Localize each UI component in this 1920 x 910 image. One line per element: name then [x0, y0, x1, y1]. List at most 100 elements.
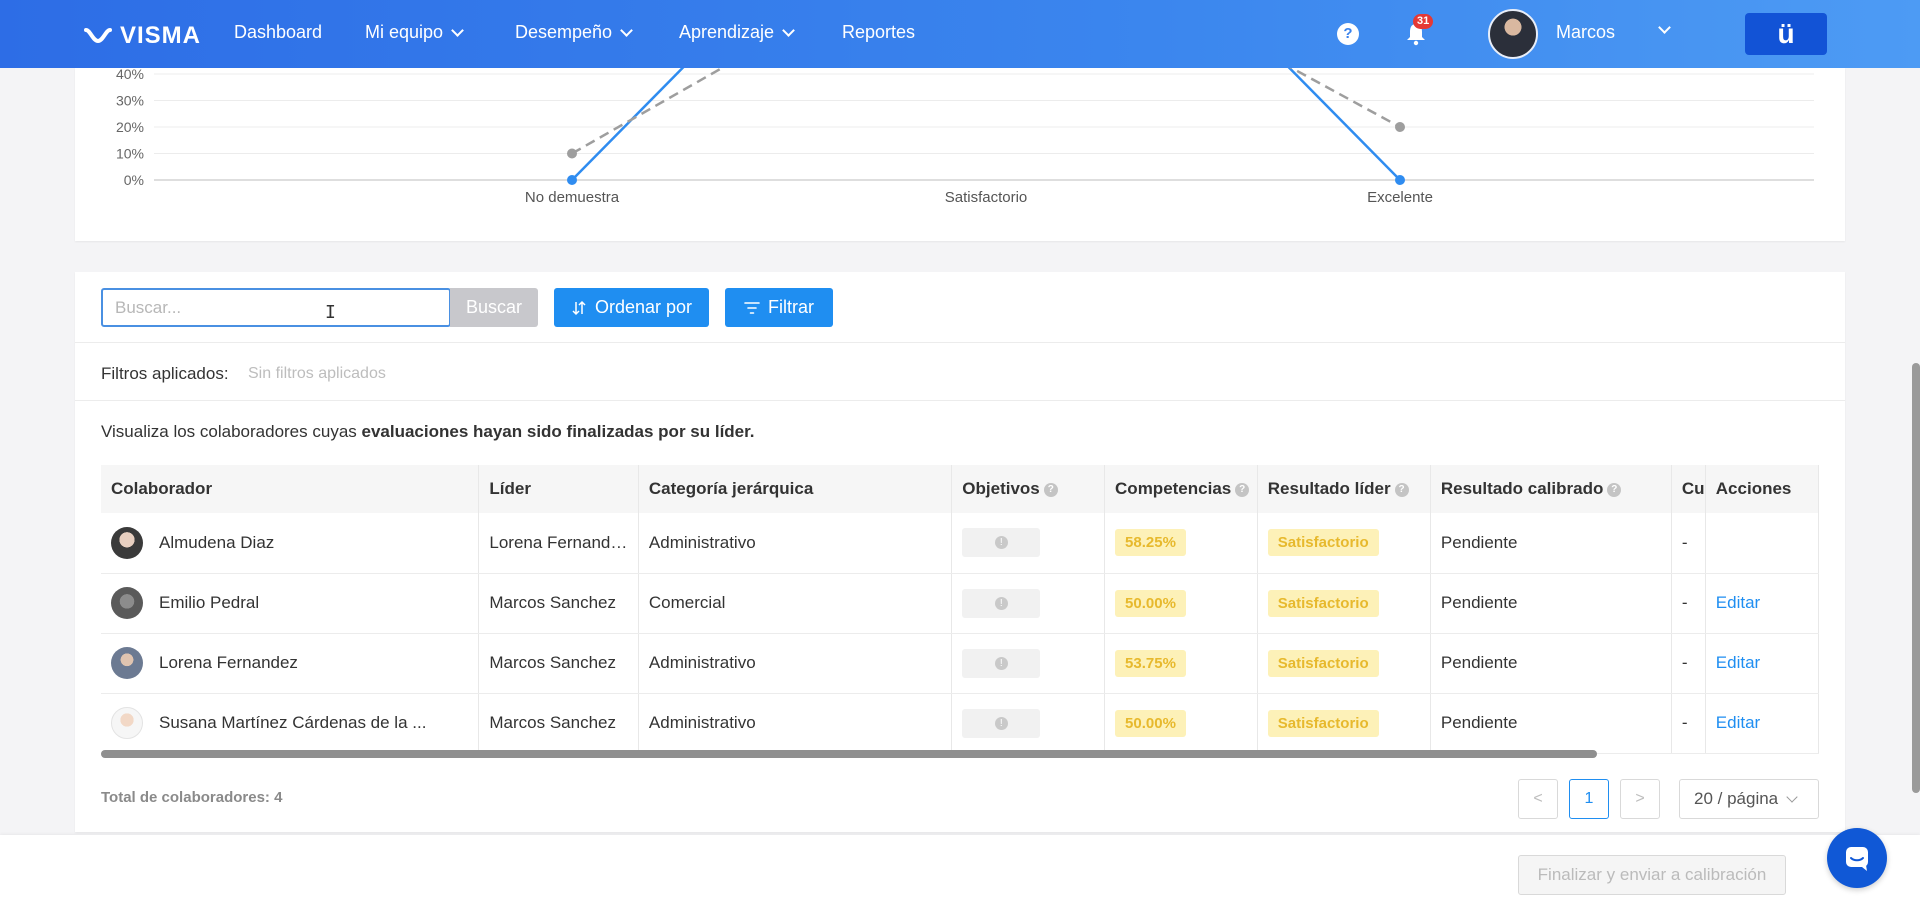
col-header-resultado-lider[interactable]: Resultado líder? — [1257, 465, 1431, 513]
page-vertical-scrollbar[interactable] — [1912, 363, 1920, 793]
colaborador-name[interactable]: Emilio Pedral — [159, 593, 259, 613]
sort-button[interactable]: Ordenar por — [554, 288, 709, 327]
nav-aprendizaje[interactable]: Aprendizaje — [679, 22, 795, 43]
col-header-competencias[interactable]: Competencias? — [1104, 465, 1258, 513]
info-icon: ! — [994, 596, 1008, 610]
nav-reportes-label: Reportes — [842, 22, 916, 42]
collaborators-table: Colaborador Líder Categoría jerárquica O… — [101, 465, 1820, 754]
resultado-lider-badge: Satisfactorio — [1267, 709, 1379, 737]
col-header-label: Acciones — [1715, 479, 1792, 498]
edit-link[interactable]: Editar — [1716, 593, 1760, 612]
objetivos-cell: ! — [951, 633, 1106, 694]
col-header-lider[interactable]: Líder — [478, 465, 639, 513]
nav-mi-equipo[interactable]: Mi equipo — [365, 22, 464, 43]
y-tick-label: 20% — [116, 119, 144, 135]
nav-mi-equipo-label: Mi equipo — [365, 22, 444, 42]
avatar — [111, 707, 143, 739]
colaborador-name[interactable]: Susana Martínez Cárdenas de la ... — [159, 713, 426, 733]
avatar — [111, 526, 143, 559]
info-icon[interactable]: ? — [1607, 482, 1622, 497]
logo-text: VISMA — [120, 22, 202, 49]
page-size-select[interactable]: 20 / página — [1679, 779, 1819, 819]
resultado-calibrado-cell: Pendiente — [1430, 693, 1672, 754]
resultado-lider-cell: Satisfactorio — [1257, 573, 1431, 634]
pagination-prev-button[interactable]: < — [1518, 779, 1558, 819]
visma-logo[interactable]: VISMA — [84, 22, 201, 50]
pagination-page-1[interactable]: 1 — [1569, 779, 1609, 819]
edit-link[interactable]: Editar — [1716, 713, 1760, 732]
col-header-objetivos[interactable]: Objetivos? — [951, 465, 1106, 513]
brand-app-button[interactable]: ü — [1745, 13, 1827, 55]
table-description-bold: evaluaciones hayan sido finalizadas por … — [361, 422, 755, 441]
competencias-cell: 50.00% — [1104, 693, 1258, 754]
user-avatar[interactable] — [1488, 9, 1538, 59]
info-icon[interactable]: ? — [1043, 482, 1058, 497]
info-icon: ! — [994, 656, 1008, 670]
y-tick-label: 0% — [124, 172, 144, 188]
chat-icon[interactable] — [1827, 828, 1887, 888]
col-header-colaborador[interactable]: Colaborador — [101, 465, 480, 513]
categoria-cell: Administrativo — [638, 633, 953, 694]
filter-icon — [744, 301, 760, 314]
table-row[interactable]: Susana Martínez Cárdenas de la ... Marco… — [101, 693, 1820, 754]
nav-dashboard[interactable]: Dashboard — [234, 22, 322, 43]
y-tick-label: 10% — [116, 146, 144, 162]
col-header-label: Líder — [489, 479, 531, 498]
competencias-badge: 53.75% — [1115, 649, 1186, 677]
finalize-button-label: Finalizar y enviar a calibración — [1537, 865, 1767, 884]
finalize-send-calibration-button[interactable]: Finalizar y enviar a calibración — [1518, 855, 1786, 895]
series-line-dashed — [571, 68, 725, 155]
resultado-lider-badge: Satisfactorio — [1267, 529, 1379, 557]
cu-cell: - — [1671, 513, 1706, 574]
x-tick-label: Satisfactorio — [945, 189, 1028, 206]
colaborador-name[interactable]: Lorena Fernandez — [159, 653, 298, 673]
sort-button-label: Ordenar por — [594, 297, 693, 317]
table-row[interactable]: Almudena Diaz Lorena Fernande... Adminis… — [101, 513, 1820, 574]
resultado-lider-cell: Satisfactorio — [1257, 633, 1431, 694]
competencias-badge: 58.25% — [1115, 529, 1186, 557]
edit-link[interactable]: Editar — [1716, 653, 1760, 672]
y-tick-label: 30% — [116, 93, 144, 109]
col-header-label: Colaborador — [111, 479, 213, 498]
competencias-cell: 53.75% — [1104, 633, 1258, 694]
y-tick-label: 40% — [116, 68, 144, 82]
col-header-cu[interactable]: Cu — [1671, 465, 1706, 513]
pagination-next-button[interactable]: > — [1620, 779, 1660, 819]
cu-cell: - — [1671, 633, 1706, 694]
search-button[interactable]: Buscar — [450, 288, 538, 327]
x-tick-label: No demuestra — [525, 189, 620, 206]
col-header-categoria[interactable]: Categoría jerárquica — [638, 465, 953, 513]
info-icon[interactable]: ? — [1394, 482, 1409, 497]
filter-button[interactable]: Filtrar — [725, 288, 833, 327]
objetivos-placeholder: ! — [962, 708, 1041, 738]
table-horizontal-scrollbar[interactable] — [101, 750, 1597, 758]
search-input[interactable] — [101, 288, 451, 327]
series-line-dashed — [1289, 68, 1401, 129]
nav-desempeno-label: Desempeño — [515, 22, 613, 42]
table-row[interactable]: Lorena Fernandez Marcos Sanchez Administ… — [101, 633, 1820, 694]
acciones-cell: Editar — [1705, 633, 1820, 694]
resultado-calibrado-cell: Pendiente — [1430, 633, 1672, 694]
col-header-resultado-calibrado[interactable]: Resultado calibrado? — [1430, 465, 1672, 513]
user-name[interactable]: Marcos — [1556, 22, 1615, 43]
user-menu-chevron-icon[interactable] — [1658, 21, 1671, 34]
series-line-solid — [1287, 68, 1401, 181]
nav-desempeno[interactable]: Desempeño — [515, 22, 633, 43]
col-header-label: Resultado líder — [1267, 479, 1391, 498]
nav-reportes[interactable]: Reportes — [842, 22, 915, 43]
categoria-cell: Administrativo — [638, 513, 953, 574]
colaborador-name[interactable]: Almudena Diaz — [159, 533, 274, 553]
footer-bar: Finalizar y enviar a calibración — [0, 835, 1920, 910]
col-header-acciones: Acciones — [1705, 465, 1820, 513]
table-row[interactable]: Emilio Pedral Marcos Sanchez Comercial !… — [101, 573, 1820, 634]
filter-button-label: Filtrar — [768, 297, 814, 317]
acciones-cell: Editar — [1705, 693, 1820, 754]
notifications-badge: 31 — [1413, 14, 1434, 29]
help-icon[interactable]: ? — [1337, 23, 1359, 45]
lider-cell: Marcos Sanchez — [478, 693, 639, 754]
resultado-calibrado-cell: Pendiente — [1430, 513, 1672, 574]
info-icon[interactable]: ? — [1235, 482, 1250, 497]
resultado-lider-badge: Satisfactorio — [1267, 649, 1379, 677]
chevron-down-icon — [782, 23, 795, 37]
acciones-cell — [1705, 513, 1820, 574]
